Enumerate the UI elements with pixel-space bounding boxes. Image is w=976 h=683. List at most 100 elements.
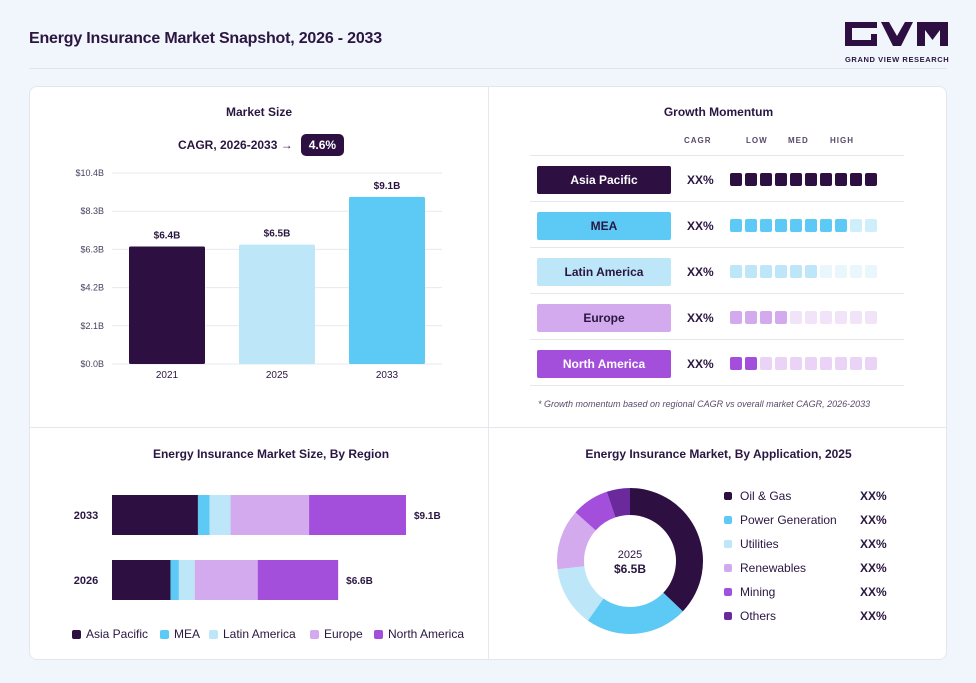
growth-level-cell — [790, 219, 802, 232]
growth-level-cell — [745, 173, 757, 186]
growth-level-cell — [745, 219, 757, 232]
growth-level-cell — [775, 357, 787, 370]
growth-row: North America XX% — [530, 339, 904, 385]
bar-y-tick-label: $6.3B — [80, 244, 104, 254]
stack-segment-europe — [230, 495, 310, 535]
stack-segment-mea — [170, 560, 179, 600]
growth-header-high: HIGH — [830, 136, 854, 145]
legend-label: MEA — [174, 627, 201, 641]
growth-level-cell — [820, 357, 832, 370]
region-stacked-chart: 2033 $9.1B 2026 $6.6B — [74, 495, 441, 600]
legend-label: Europe — [324, 627, 363, 641]
market-size-chart: $0.0B $2.1B $4.2B $6.3B $8.3B $10.4B $6.4B 2021… — [75, 168, 442, 381]
growth-level-cell — [760, 357, 772, 370]
snapshot-page: Energy Insurance Market Snapshot, 2026 -… — [0, 0, 976, 683]
logo-text: GRAND VIEW RESEARCH — [845, 55, 950, 64]
growth-level-cell — [865, 173, 877, 186]
growth-level-cell — [760, 173, 772, 186]
application-donut-chart: 2025 $6.5B — [557, 488, 703, 634]
application-legend-label: Others — [740, 609, 777, 623]
legend-swatch — [374, 629, 383, 639]
growth-level-cell — [835, 357, 847, 370]
growth-row: Latin America XX% — [530, 247, 904, 293]
growth-cagr-value: XX% — [687, 265, 714, 279]
donut-center-value: $6.5B — [614, 562, 646, 576]
growth-level-cell — [730, 173, 742, 186]
stack-segment-europe — [194, 560, 258, 600]
application-legend-item: Oil & Gas XX% — [724, 489, 887, 503]
stack-segment-north-america — [309, 495, 406, 535]
bar-y-tick-label: $0.0B — [80, 359, 104, 369]
bar-2033 — [349, 196, 425, 364]
growth-level-cell — [820, 173, 832, 186]
growth-cagr-value: XX% — [687, 219, 714, 233]
growth-level-cell — [790, 311, 802, 324]
growth-cagr-value: XX% — [687, 357, 714, 371]
region-legend-item: Latin America — [209, 627, 296, 641]
growth-level-cell — [775, 219, 787, 232]
bar-y-tick-label: $10.4B — [75, 168, 104, 178]
growth-level-cell — [850, 265, 862, 278]
growth-level-cell — [760, 219, 772, 232]
legend-swatch — [724, 516, 732, 524]
growth-level-cell — [865, 357, 877, 370]
stack-segment-mea — [197, 495, 210, 535]
growth-level-cell — [835, 173, 847, 186]
legend-swatch — [72, 629, 81, 639]
growth-level-meter — [730, 265, 877, 278]
bar-y-tick-label: $8.3B — [80, 206, 104, 216]
growth-level-cell — [775, 173, 787, 186]
growth-level-cell — [790, 265, 802, 278]
growth-region-label: North America — [537, 350, 671, 378]
horizontal-divider — [30, 427, 946, 428]
growth-level-cell — [805, 173, 817, 186]
logo-mark-icon — [845, 22, 948, 46]
growth-header-low: LOW — [746, 136, 768, 145]
region-legend-item: Asia Pacific — [72, 627, 148, 641]
application-legend-value: XX% — [860, 513, 887, 527]
application-legend-label: Mining — [740, 585, 776, 599]
bar-x-tick-label: 2021 — [156, 370, 179, 381]
donut-center-year: 2025 — [618, 549, 642, 561]
growth-momentum-title: Growth Momentum — [663, 105, 774, 119]
growth-row: Asia Pacific XX% — [530, 155, 904, 201]
growth-row: Europe XX% — [530, 293, 904, 339]
growth-header-cagr: CAGR — [684, 136, 712, 145]
growth-level-cell — [805, 357, 817, 370]
legend-swatch — [724, 588, 732, 596]
bar-data-label: $9.1B — [374, 181, 401, 192]
growth-region-label: Latin America — [537, 258, 671, 286]
application-legend-value: XX% — [860, 561, 887, 575]
region-legend-item: MEA — [160, 627, 200, 641]
legend-label: Latin America — [223, 627, 296, 641]
growth-region-label: Europe — [537, 304, 671, 332]
growth-level-cell — [805, 311, 817, 324]
legend-swatch — [724, 492, 732, 500]
bar-data-label: $6.5B — [264, 229, 291, 240]
growth-level-cell — [850, 311, 862, 324]
application-legend-label: Utilities — [740, 537, 779, 551]
growth-level-meter — [730, 311, 877, 324]
growth-level-cell — [835, 219, 847, 232]
growth-cagr-value: XX% — [687, 173, 714, 187]
bar-x-tick-label: 2033 — [376, 370, 399, 381]
region-panel-title: Energy Insurance Market Size, By Region — [152, 447, 390, 461]
legend-swatch — [310, 629, 319, 639]
growth-cagr-value: XX% — [687, 311, 714, 325]
growth-level-cell — [775, 265, 787, 278]
growth-level-cell — [775, 311, 787, 324]
growth-level-cell — [850, 219, 862, 232]
logo: GRAND VIEW RESEARCH — [845, 22, 950, 64]
growth-level-cell — [820, 311, 832, 324]
stack-segment-latin-america — [178, 560, 195, 600]
header-divider — [29, 68, 947, 69]
application-legend-item: Power Generation XX% — [724, 513, 887, 527]
growth-level-cell — [865, 265, 877, 278]
dashboard-card: Market Size CAGR, 2026-2033 → 4.6% $0.0B… — [29, 86, 947, 660]
growth-level-cell — [805, 265, 817, 278]
growth-level-meter — [730, 173, 877, 186]
growth-region-label: MEA — [537, 212, 671, 240]
growth-level-cell — [730, 357, 742, 370]
application-panel-title: Energy Insurance Market, By Application,… — [585, 447, 852, 461]
application-legend-label: Oil & Gas — [740, 489, 792, 503]
